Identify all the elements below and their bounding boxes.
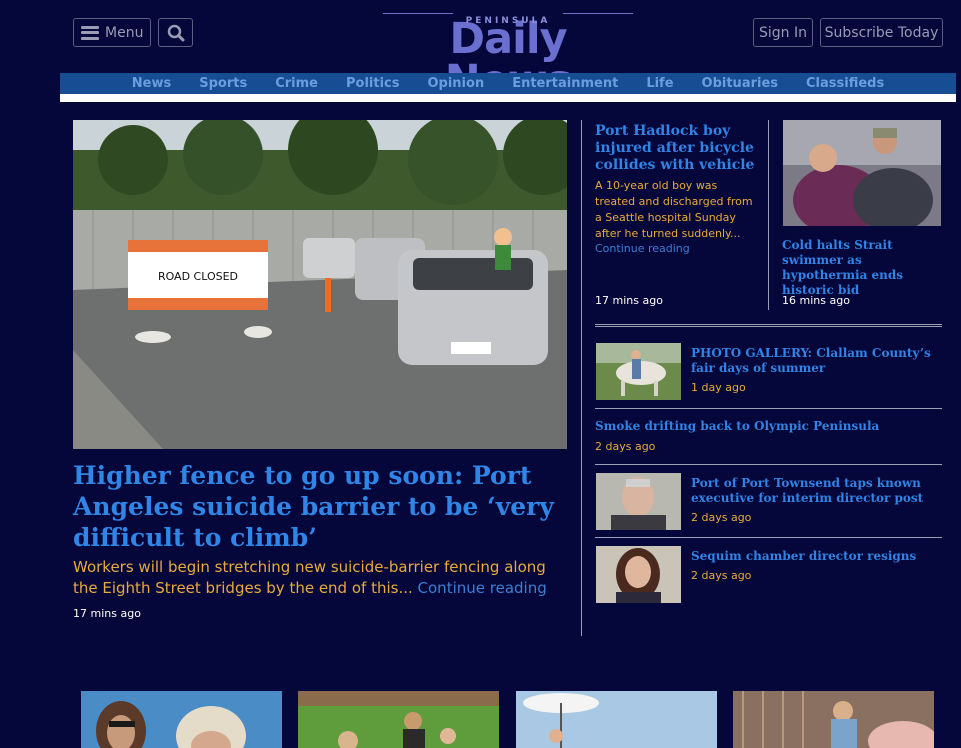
nav-crime[interactable]: Crime [261, 73, 332, 94]
nav-life[interactable]: Life [632, 73, 687, 94]
list-item-timestamp: 2 days ago [691, 511, 752, 524]
column-divider [581, 120, 582, 636]
list-item-headline[interactable]: Port of Port Townsend taps known executi… [691, 476, 946, 506]
lead-story-image[interactable]: ROAD CLOSED [73, 120, 567, 449]
top-story-continue-link[interactable]: Continue reading [595, 242, 690, 255]
list-item-headline[interactable]: PHOTO GALLERY: Clallam County’s fair day… [691, 346, 946, 376]
list-item-timestamp: 1 day ago [691, 381, 746, 394]
bottom-story-image[interactable] [516, 691, 717, 748]
logo-tagline: PENINSULA [465, 16, 551, 26]
side-story-headline[interactable]: Cold halts Strait swimmer as hypothermia… [782, 238, 947, 298]
list-item-image[interactable] [596, 473, 681, 530]
nav-opinion[interactable]: Opinion [413, 73, 498, 94]
lead-summary: Workers will begin stretching new suicid… [73, 557, 553, 599]
sign-in-button[interactable]: Sign In [753, 18, 813, 47]
top-story-timestamp: 17 mins ago [595, 294, 663, 307]
section-divider [595, 324, 942, 327]
nav-classifieds[interactable]: Classifieds [792, 73, 898, 94]
column-divider-small [768, 120, 769, 310]
list-item-timestamp: 2 days ago [595, 440, 656, 453]
hamburger-icon [81, 25, 99, 40]
top-story-summary: A 10-year old boy was treated and discha… [595, 179, 753, 240]
road-closed-sign: ROAD CLOSED [158, 270, 238, 283]
nav-politics[interactable]: Politics [332, 73, 414, 94]
list-divider [595, 408, 942, 409]
list-divider [595, 464, 942, 465]
bottom-story-image[interactable] [81, 691, 282, 748]
top-story-headline[interactable]: Port Hadlock boy injured after bicycle c… [595, 123, 755, 174]
list-item-headline[interactable]: Smoke drifting back to Olympic Peninsula [595, 419, 935, 434]
list-item-timestamp: 2 days ago [691, 569, 752, 582]
menu-label: Menu [105, 24, 144, 41]
nav-divider [60, 94, 956, 102]
menu-button[interactable]: Menu [73, 18, 151, 47]
lead-continue-link[interactable]: Continue reading [418, 579, 547, 597]
side-story-image[interactable] [783, 120, 941, 226]
list-divider [595, 537, 942, 538]
bottom-story-image[interactable] [298, 691, 499, 748]
search-icon [167, 24, 184, 41]
lead-timestamp: 17 mins ago [73, 607, 141, 620]
list-item-image[interactable] [596, 546, 681, 603]
nav-entertainment[interactable]: Entertainment [498, 73, 632, 94]
subscribe-button[interactable]: Subscribe Today [820, 18, 943, 47]
nav-news[interactable]: News [118, 73, 185, 94]
nav-sports[interactable]: Sports [185, 73, 261, 94]
side-story-timestamp: 16 mins ago [782, 294, 850, 307]
bottom-story-image[interactable] [733, 691, 934, 748]
main-nav: News Sports Crime Politics Opinion Enter… [60, 73, 956, 94]
nav-obituaries[interactable]: Obituaries [688, 73, 792, 94]
search-button[interactable] [158, 18, 193, 47]
lead-headline[interactable]: Higher fence to go up soon: Port Angeles… [73, 460, 563, 553]
list-item-image[interactable] [596, 343, 681, 400]
list-item-headline[interactable]: Sequim chamber director resigns [691, 549, 946, 564]
